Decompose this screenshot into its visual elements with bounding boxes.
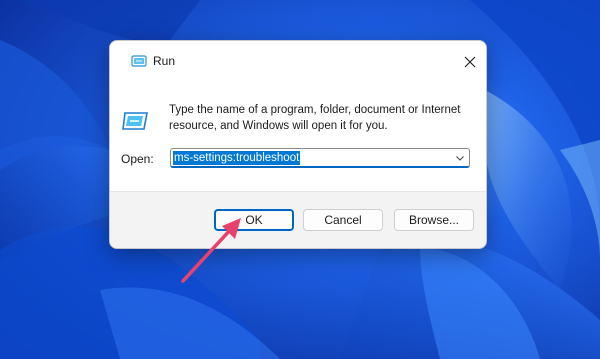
title-bar[interactable]: Run bbox=[110, 41, 486, 81]
chevron-down-icon[interactable] bbox=[455, 153, 465, 163]
run-icon bbox=[131, 55, 147, 67]
dialog-description: Type the name of a program, folder, docu… bbox=[169, 104, 461, 132]
close-icon[interactable] bbox=[460, 53, 480, 71]
dialog-footer: OK Cancel Browse... bbox=[110, 191, 486, 248]
dialog-title: Run bbox=[153, 54, 176, 68]
run-dialog: Run Type the name of a program, folder, … bbox=[109, 40, 487, 249]
run-icon bbox=[122, 112, 148, 130]
ok-button[interactable]: OK bbox=[214, 209, 294, 231]
open-label: Open: bbox=[121, 152, 154, 166]
desktop: Run Type the name of a program, folder, … bbox=[0, 0, 600, 359]
dialog-body: Type the name of a program, folder, docu… bbox=[110, 81, 486, 191]
open-combobox[interactable]: ms-settings:troubleshoot bbox=[170, 148, 470, 168]
open-input-value[interactable]: ms-settings:troubleshoot bbox=[173, 151, 301, 165]
cancel-button[interactable]: Cancel bbox=[303, 209, 383, 231]
browse-button[interactable]: Browse... bbox=[394, 209, 474, 231]
